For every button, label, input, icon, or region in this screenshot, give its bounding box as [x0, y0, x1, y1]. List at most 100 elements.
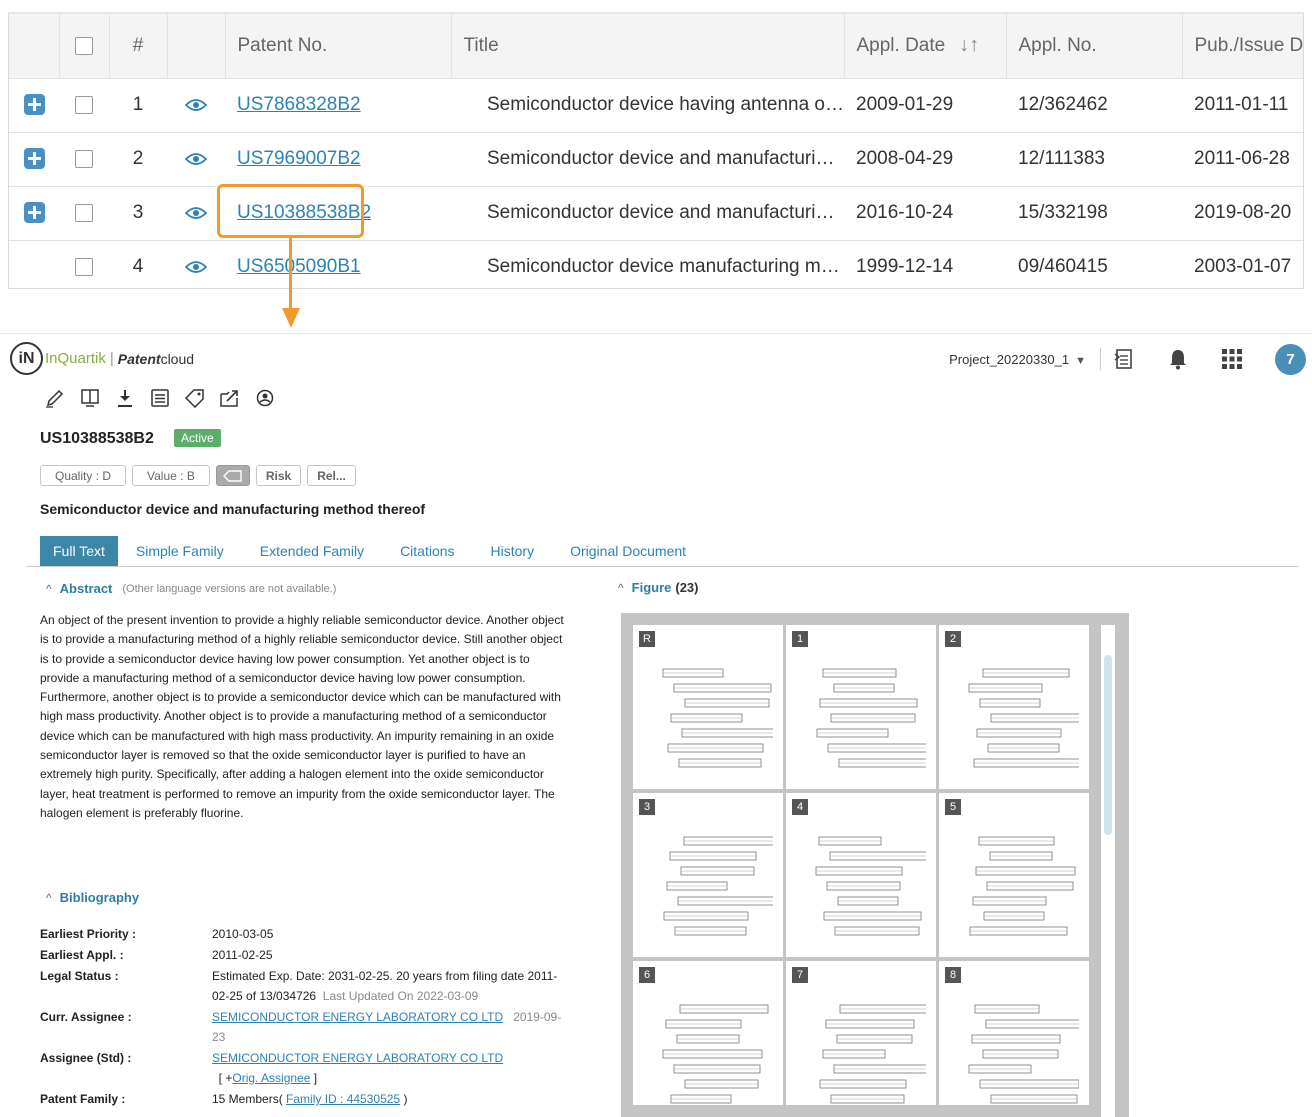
patent-no-cell: US7969007B2: [225, 132, 451, 187]
appl-date-cell: 1999-12-14: [844, 240, 1006, 288]
appl-no-cell: 09/460415: [1006, 240, 1182, 288]
figure-thumbnail[interactable]: 4: [786, 793, 936, 957]
figure-thumbnail[interactable]: 2: [939, 625, 1089, 789]
gallery-scrollbar[interactable]: [1101, 625, 1115, 1117]
row-checkbox[interactable]: [75, 203, 93, 222]
row-checkbox[interactable]: [75, 149, 93, 168]
figure-heading[interactable]: ^ Figure (23): [618, 580, 699, 595]
document-toolbar: [44, 387, 276, 409]
patent-drawing-icon: [816, 668, 926, 768]
select-cell: [59, 186, 109, 241]
patent-drawing-icon: [663, 836, 773, 936]
patent-no-link[interactable]: US7969007B2: [237, 148, 361, 169]
rel-tag[interactable]: Rel...: [307, 465, 356, 486]
appl-date-cell: 2008-04-29: [844, 132, 1006, 187]
logo-separator: |: [109, 350, 114, 367]
figure-thumbnail[interactable]: 5: [939, 793, 1089, 957]
patent-no-link[interactable]: US6505090B1: [237, 256, 361, 277]
header-appl-no[interactable]: Appl. No.: [1006, 14, 1183, 79]
quality-tag[interactable]: Quality : D: [40, 465, 127, 486]
expand-plus-icon[interactable]: [23, 94, 45, 116]
tab-citations[interactable]: Citations: [382, 536, 472, 566]
tab-history[interactable]: History: [473, 536, 553, 566]
table-row[interactable]: 3 US10388538B2 Semiconductor device and ma…: [9, 186, 1303, 241]
header-appl-date[interactable]: Appl. Date ↓↑: [844, 14, 1007, 79]
risk-tag[interactable]: Risk: [255, 465, 302, 486]
value-tag[interactable]: Value : B: [132, 465, 210, 486]
appl-no-cell: 12/111383: [1006, 132, 1182, 187]
detail-tabs: Full Text Simple Family Extended Family …: [26, 536, 1298, 567]
header-pub-date[interactable]: Pub./Issue Da: [1182, 14, 1303, 79]
figure-thumbnail[interactable]: 7: [786, 961, 936, 1105]
patent-drawing-icon: [662, 668, 773, 768]
tab-extended-family[interactable]: Extended Family: [242, 536, 382, 566]
pub-date-cell: 2003-01-07: [1182, 240, 1303, 288]
appl-no-cell: 15/332198: [1006, 186, 1182, 241]
eye-icon[interactable]: [185, 206, 207, 220]
report-icon[interactable]: [1113, 348, 1135, 370]
select-cell: [59, 78, 109, 133]
expand-cell: [9, 240, 59, 288]
tag-icon[interactable]: [184, 387, 206, 409]
highlight-pen-icon[interactable]: [44, 387, 66, 409]
figure-number: 8: [945, 967, 961, 983]
title-cell: Semiconductor device and manufacturi…: [451, 132, 844, 187]
split-view-icon[interactable]: [79, 387, 101, 409]
figure-thumbnail[interactable]: 3: [633, 793, 783, 957]
list-icon[interactable]: [149, 387, 171, 409]
notification-avatar-badge[interactable]: 7: [1275, 343, 1306, 375]
abstract-heading[interactable]: ^ Abstract (Other language versions are …: [46, 581, 336, 596]
patent-no-link[interactable]: US7868328B2: [237, 94, 361, 115]
appl-date-cell: 2016-10-24: [844, 186, 1006, 241]
tab-original-document[interactable]: Original Document: [552, 536, 704, 566]
top-right-bar: Project_20220330_1 ▼ 7: [949, 342, 1312, 376]
appl-no-cell: 12/362462: [1006, 78, 1182, 133]
family-id-link[interactable]: Family ID : 44530525: [286, 1092, 400, 1106]
tag-label-button[interactable]: [215, 465, 250, 486]
title-cell: Semiconductor device and manufacturi…: [451, 186, 844, 241]
bell-icon[interactable]: [1167, 348, 1189, 370]
eye-icon[interactable]: [185, 152, 207, 166]
export-icon[interactable]: [219, 387, 241, 409]
expand-plus-icon[interactable]: [23, 148, 45, 170]
header-title[interactable]: Title: [451, 14, 845, 79]
inquartik-logo[interactable]: iN InQuartik | Patentcloud: [10, 342, 194, 375]
orig-assignee-link[interactable]: Orig. Assignee: [232, 1071, 310, 1085]
tab-full-text[interactable]: Full Text: [40, 536, 118, 566]
row-checkbox[interactable]: [75, 257, 93, 276]
apps-grid-icon[interactable]: [1221, 348, 1243, 370]
table-row[interactable]: 1 US7868328B2 Semiconductor device having …: [9, 78, 1303, 133]
table-row[interactable]: 4 US6505090B1 Semiconductor device manufac…: [9, 240, 1303, 288]
download-icon[interactable]: [114, 387, 136, 409]
assignee-std-link[interactable]: SEMICONDUCTOR ENERGY LABORATORY CO LTD: [212, 1051, 503, 1065]
sort-icon[interactable]: ↓↑: [959, 34, 979, 56]
preview-cell: [167, 78, 225, 133]
eye-icon[interactable]: [185, 260, 207, 274]
preview-cell: [167, 132, 225, 187]
status-badge: Active: [174, 429, 221, 447]
ai-icon[interactable]: [254, 387, 276, 409]
project-selector[interactable]: Project_20220330_1 ▼: [949, 352, 1086, 367]
expand-plus-icon[interactable]: [23, 202, 45, 224]
scrollbar-thumb[interactable]: [1104, 655, 1112, 835]
tab-simple-family[interactable]: Simple Family: [118, 536, 242, 566]
expand-cell: [9, 78, 59, 133]
curr-assignee-link[interactable]: SEMICONDUCTOR ENERGY LABORATORY CO LTD: [212, 1010, 503, 1024]
select-all-checkbox[interactable]: [75, 36, 93, 55]
title-cell: Semiconductor device having antenna o…: [451, 78, 844, 133]
patent-detail-panel: iN InQuartik | Patentcloud Project_20220…: [0, 333, 1312, 1117]
eye-icon[interactable]: [185, 98, 207, 112]
header-patent-no[interactable]: Patent No.: [225, 14, 452, 79]
biblio-row-earliest-priority: Earliest Priority : 2010-03-05: [40, 927, 274, 941]
figure-thumbnail[interactable]: 1: [786, 625, 936, 789]
header-select-all[interactable]: [59, 14, 110, 79]
patent-drawing-icon: [968, 668, 1079, 768]
expand-cell: [9, 186, 59, 241]
table-row[interactable]: 2 US7969007B2 Semiconductor device and man…: [9, 132, 1303, 187]
figure-thumbnail[interactable]: 6: [633, 961, 783, 1105]
header-preview: [167, 14, 226, 79]
row-checkbox[interactable]: [75, 95, 93, 114]
figure-thumbnail[interactable]: R: [633, 625, 783, 789]
figure-thumbnail[interactable]: 8: [939, 961, 1089, 1105]
bibliography-heading[interactable]: ^ Bibliography: [46, 890, 139, 905]
